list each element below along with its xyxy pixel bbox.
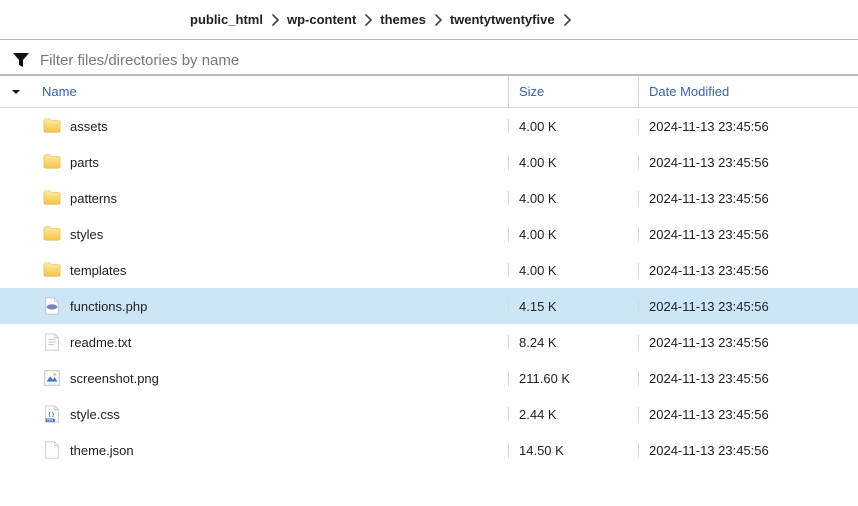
file-row[interactable]: screenshot.png 211.60 K2024-11-13 23:45:5… (0, 360, 858, 396)
cell-name: readme.txt (32, 332, 508, 352)
breadcrumb-item[interactable]: themes (380, 12, 426, 27)
table-header: Name Size Date Modified (0, 76, 858, 108)
cell-size: 4.00 K (508, 155, 638, 170)
file-name: screenshot.png (70, 371, 159, 386)
file-name: assets (70, 119, 108, 134)
cell-name: templates (32, 260, 508, 280)
file-name: theme.json (70, 443, 134, 458)
column-header-size[interactable]: Size (508, 76, 638, 107)
folder-icon (42, 188, 62, 208)
cell-name: parts (32, 152, 508, 172)
chevron-right-icon (563, 14, 571, 26)
cell-date: 2024-11-13 23:45:56 (638, 155, 858, 170)
php-icon (42, 296, 62, 316)
file-row[interactable]: style.css 2.44 K2024-11-13 23:45:56 (0, 396, 858, 432)
cell-size: 8.24 K (508, 335, 638, 350)
cell-date: 2024-11-13 23:45:56 (638, 263, 858, 278)
filter-bar (0, 40, 858, 76)
file-name: styles (70, 227, 103, 242)
file-name: patterns (70, 191, 117, 206)
folder-row[interactable]: styles 4.00 K2024-11-13 23:45:56 (0, 216, 858, 252)
cell-size: 14.50 K (508, 443, 638, 458)
cell-date: 2024-11-13 23:45:56 (638, 443, 858, 458)
breadcrumb-item[interactable]: wp-content (287, 12, 356, 27)
folder-row[interactable]: parts 4.00 K2024-11-13 23:45:56 (0, 144, 858, 180)
txt-icon (42, 332, 62, 352)
folder-row[interactable]: assets 4.00 K2024-11-13 23:45:56 (0, 108, 858, 144)
cell-date: 2024-11-13 23:45:56 (638, 191, 858, 206)
cell-date: 2024-11-13 23:45:56 (638, 371, 858, 386)
png-icon (42, 368, 62, 388)
cell-date: 2024-11-13 23:45:56 (638, 299, 858, 314)
file-name: style.css (70, 407, 120, 422)
cell-name: assets (32, 116, 508, 136)
folder-icon (42, 260, 62, 280)
cell-size: 4.00 K (508, 119, 638, 134)
cell-size: 211.60 K (508, 371, 638, 386)
file-name: parts (70, 155, 99, 170)
chevron-right-icon (434, 14, 442, 26)
column-header-name[interactable]: Name (32, 76, 508, 107)
cell-size: 4.15 K (508, 299, 638, 314)
cell-date: 2024-11-13 23:45:56 (638, 407, 858, 422)
css-icon (42, 404, 62, 424)
cell-name: style.css (32, 404, 508, 424)
breadcrumb: public_html wp-content themes twentytwen… (0, 0, 858, 40)
json-icon (42, 440, 62, 460)
cell-date: 2024-11-13 23:45:56 (638, 335, 858, 350)
chevron-right-icon (364, 14, 372, 26)
file-row[interactable]: readme.txt 8.24 K2024-11-13 23:45:56 (0, 324, 858, 360)
filter-input[interactable] (38, 51, 858, 70)
cell-name: patterns (32, 188, 508, 208)
cell-date: 2024-11-13 23:45:56 (638, 227, 858, 242)
chevron-right-icon (271, 14, 279, 26)
file-row[interactable]: functions.php 4.15 K2024-11-13 23:45:56 (0, 288, 858, 324)
folder-icon (42, 224, 62, 244)
file-list: assets4.00 K2024-11-13 23:45:56parts4.00… (0, 108, 858, 468)
filter-icon (12, 51, 30, 69)
file-name: functions.php (70, 299, 147, 314)
cell-name: styles (32, 224, 508, 244)
cell-name: screenshot.png (32, 368, 508, 388)
breadcrumb-item[interactable]: twentytwentyfive (450, 12, 555, 27)
file-name: readme.txt (70, 335, 131, 350)
cell-size: 4.00 K (508, 227, 638, 242)
folder-icon (42, 116, 62, 136)
folder-row[interactable]: templates 4.00 K2024-11-13 23:45:56 (0, 252, 858, 288)
cell-name: theme.json (32, 440, 508, 460)
folder-row[interactable]: patterns 4.00 K2024-11-13 23:45:56 (0, 180, 858, 216)
column-header-date[interactable]: Date Modified (638, 76, 858, 107)
file-row[interactable]: theme.json 14.50 K2024-11-13 23:45:56 (0, 432, 858, 468)
cell-size: 2.44 K (508, 407, 638, 422)
folder-icon (42, 152, 62, 172)
select-all-menu[interactable] (0, 87, 32, 97)
cell-date: 2024-11-13 23:45:56 (638, 119, 858, 134)
file-name: templates (70, 263, 126, 278)
cell-name: functions.php (32, 296, 508, 316)
breadcrumb-item[interactable]: public_html (190, 12, 263, 27)
cell-size: 4.00 K (508, 191, 638, 206)
cell-size: 4.00 K (508, 263, 638, 278)
